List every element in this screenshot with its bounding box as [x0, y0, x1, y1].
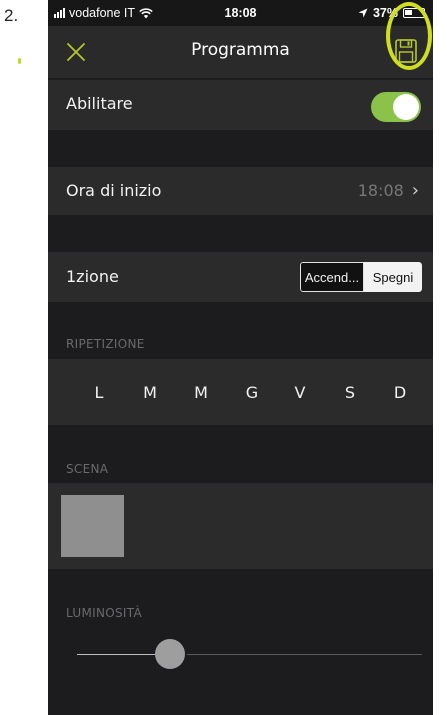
battery-percent: 37% — [372, 6, 398, 20]
day-sunday[interactable]: D — [388, 383, 412, 402]
enable-label: Abilitare — [66, 94, 133, 113]
status-right: 37% — [358, 6, 425, 20]
side-accent-mark — [18, 58, 21, 64]
action-label: 1zione — [66, 267, 119, 286]
days-container: L M M G V S D — [48, 359, 433, 425]
repeat-days-row: L M M G V S D — [48, 359, 433, 425]
page-title: Programma — [191, 40, 290, 60]
start-time-row[interactable]: Ora di inizio 18:08 › — [48, 167, 433, 215]
day-tuesday[interactable]: M — [138, 383, 162, 402]
battery-icon — [403, 8, 425, 18]
day-friday[interactable]: V — [288, 383, 312, 402]
brightness-header: LUMINOSITÀ — [66, 606, 142, 620]
slider-thumb[interactable] — [155, 639, 185, 669]
start-time-value: 18:08 — [357, 181, 404, 200]
start-time-label: Ora di inizio — [66, 181, 162, 200]
repeat-header: RIPETIZIONE — [66, 337, 145, 351]
scene-header: SCENA — [66, 462, 109, 476]
scene-row — [48, 483, 433, 569]
day-wednesday[interactable]: M — [189, 383, 213, 402]
navigation-bar: Programma — [48, 26, 433, 78]
chevron-right-icon: › — [411, 180, 419, 201]
brightness-slider[interactable] — [48, 639, 433, 669]
toggle-knob — [393, 94, 419, 120]
scene-thumbnail[interactable] — [61, 495, 124, 557]
action-option-on[interactable]: Accend... — [300, 262, 364, 292]
phone-screen: vodafone IT 18:08 37% Programma Abilitar… — [48, 0, 433, 715]
day-monday[interactable]: L — [87, 383, 111, 402]
slider-track-empty — [187, 654, 422, 655]
enable-row: Abilitare — [48, 80, 433, 130]
status-bar: vodafone IT 18:08 37% — [48, 0, 433, 26]
step-number: 2. — [4, 6, 19, 25]
enable-toggle[interactable] — [371, 92, 421, 122]
day-saturday[interactable]: S — [338, 383, 362, 402]
location-arrow-icon — [358, 8, 368, 18]
action-segmented-control: Accend... Spegni — [300, 262, 422, 292]
day-thursday[interactable]: G — [240, 383, 264, 402]
action-row: 1zione Accend... Spegni — [48, 252, 433, 302]
save-button[interactable] — [394, 38, 418, 64]
action-option-off[interactable]: Spegni — [364, 262, 422, 292]
floppy-disk-icon — [395, 39, 417, 63]
start-time-value-group: 18:08 › — [358, 180, 419, 201]
